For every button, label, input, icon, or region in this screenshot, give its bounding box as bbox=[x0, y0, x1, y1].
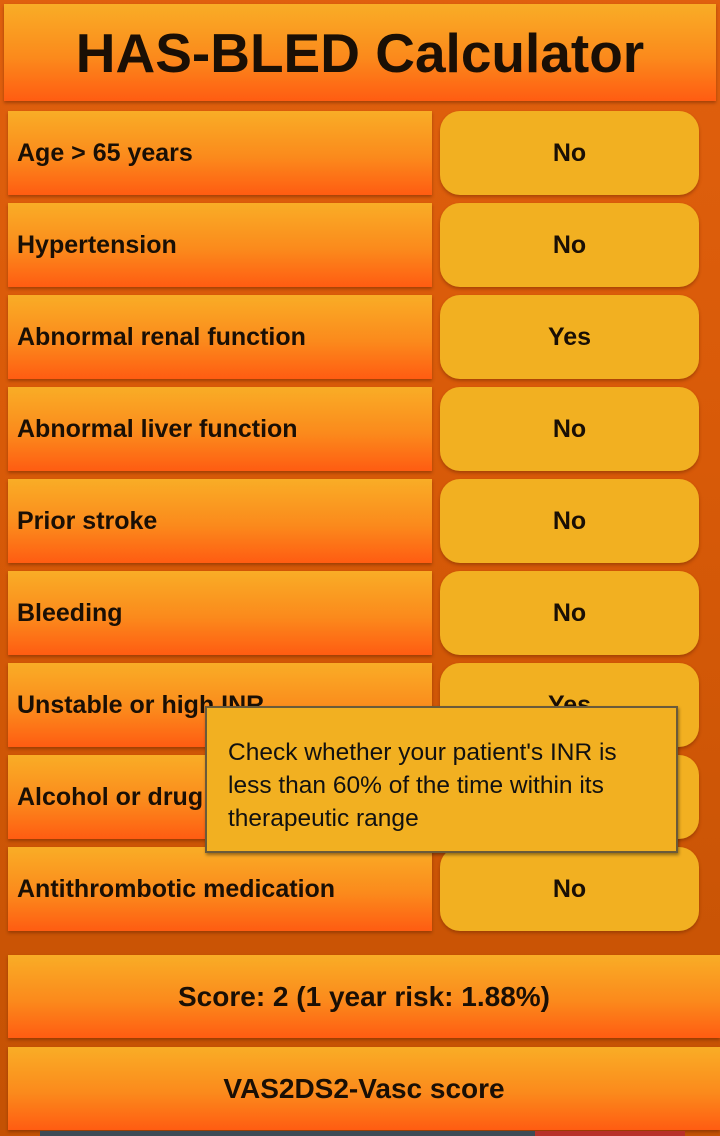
criterion-label[interactable]: Age > 65 years bbox=[8, 111, 432, 195]
criterion-toggle-button[interactable]: No bbox=[440, 847, 699, 931]
criterion-label[interactable]: Abnormal liver function bbox=[8, 387, 432, 471]
score-display: Score: 2 (1 year risk: 1.88%) bbox=[8, 955, 720, 1038]
criterion-toggle-button[interactable]: No bbox=[440, 203, 699, 287]
criterion-toggle-button[interactable]: Yes bbox=[440, 295, 699, 379]
criterion-row: Prior stroke No bbox=[8, 479, 700, 563]
criterion-toggle-button[interactable]: No bbox=[440, 479, 699, 563]
criterion-row: Age > 65 years No bbox=[8, 111, 700, 195]
criterion-label[interactable]: Bleeding bbox=[8, 571, 432, 655]
criterion-toggle-button[interactable]: No bbox=[440, 571, 699, 655]
criterion-row: Abnormal renal function Yes bbox=[8, 295, 700, 379]
criterion-label[interactable]: Prior stroke bbox=[8, 479, 432, 563]
criterion-row: Hypertension No bbox=[8, 203, 700, 287]
inr-tooltip: Check whether your patient's INR is less… bbox=[205, 706, 678, 853]
criterion-label[interactable]: Antithrombotic medication bbox=[8, 847, 432, 931]
criterion-row: Antithrombotic medication No bbox=[8, 847, 700, 931]
criterion-label[interactable]: Abnormal renal function bbox=[8, 295, 432, 379]
criterion-label[interactable]: Hypertension bbox=[8, 203, 432, 287]
criterion-row: Bleeding No bbox=[8, 571, 700, 655]
criterion-toggle-button[interactable]: No bbox=[440, 387, 699, 471]
bottom-bar-left bbox=[40, 1131, 535, 1136]
vas-score-button[interactable]: VAS2DS2-Vasc score bbox=[8, 1047, 720, 1130]
page-title: HAS-BLED Calculator bbox=[4, 4, 716, 101]
criterion-toggle-button[interactable]: No bbox=[440, 111, 699, 195]
bottom-bar-right bbox=[535, 1131, 685, 1136]
criterion-row: Abnormal liver function No bbox=[8, 387, 700, 471]
